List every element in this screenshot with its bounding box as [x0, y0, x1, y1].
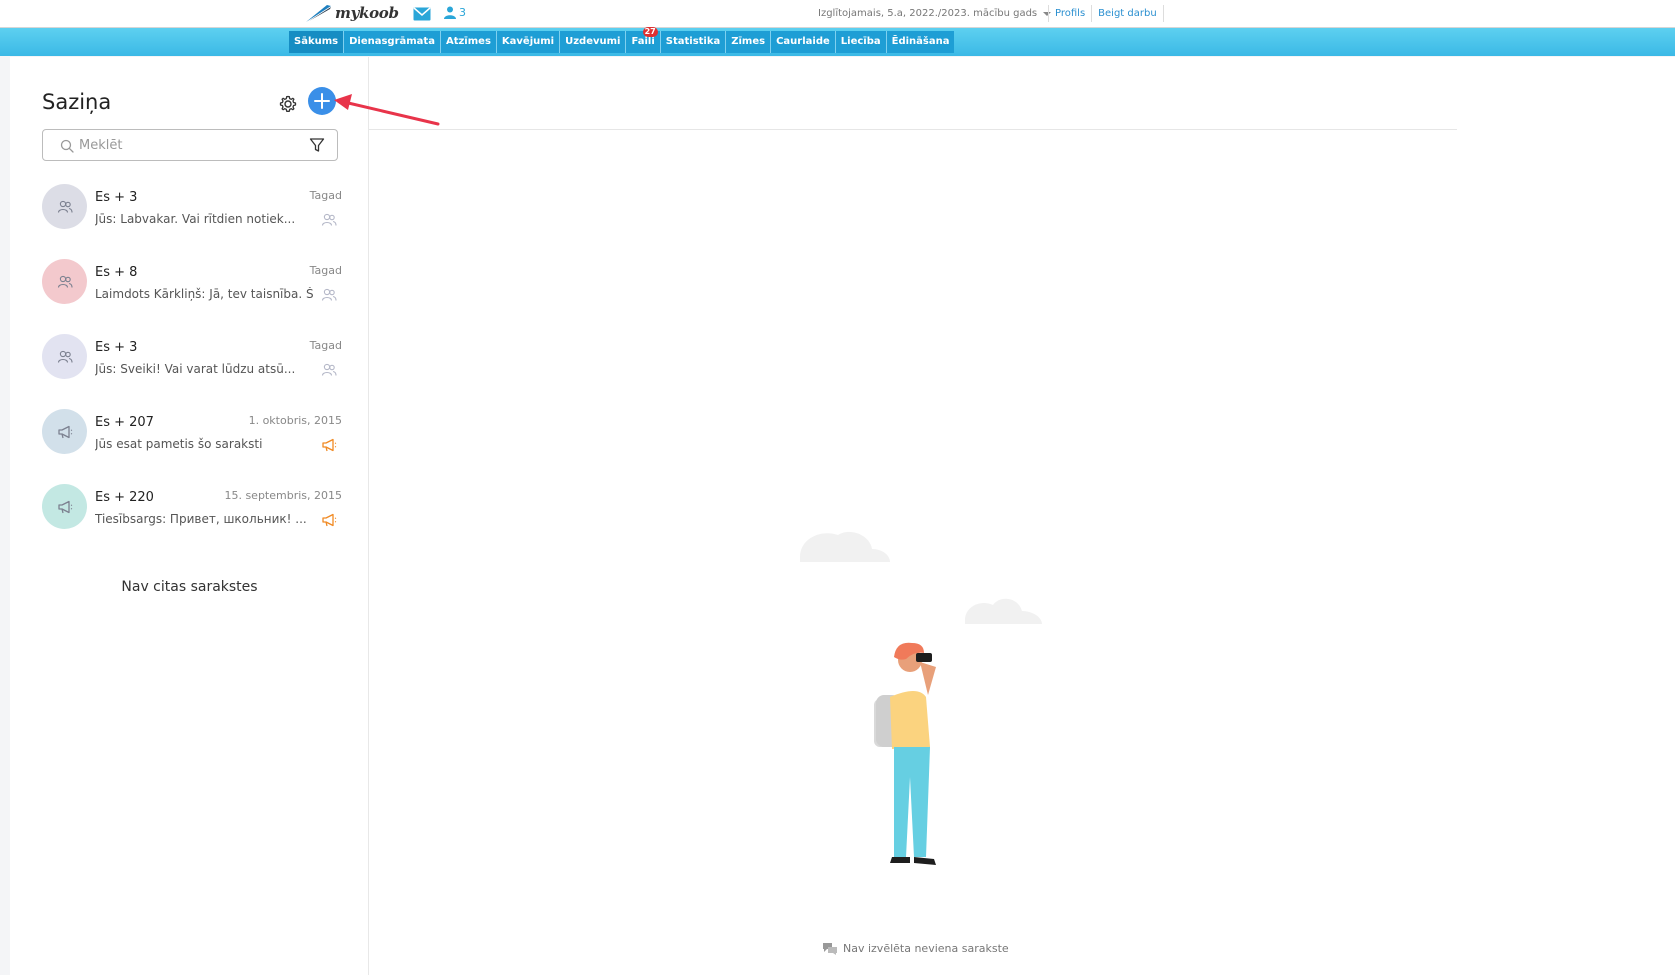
logo[interactable]: mykoob: [305, 3, 399, 23]
gear-icon[interactable]: [278, 94, 298, 114]
conversation-time: 1. oktobris, 2015: [248, 414, 342, 427]
conversation-preview: Jūs: Sveiki! Vai varat lūdzu atsū...: [95, 362, 296, 376]
megaphone-icon: [321, 437, 337, 452]
profile-link[interactable]: Profils: [1048, 5, 1091, 22]
conversation-item[interactable]: Es + 207 1. oktobris, 2015 Jūs esat pameti…: [42, 399, 342, 474]
avatar: [42, 484, 87, 529]
explorer-illustration: [800, 531, 1042, 865]
conversation-name: Es + 8: [95, 265, 138, 280]
user-icon: [444, 6, 456, 19]
nav-item-faili-label: Faili: [631, 36, 655, 47]
conversation-preview: Tiesībsargs: Привет, школьник! ...: [95, 512, 307, 526]
conversation-item[interactable]: Es + 8 Tagad Laimdots Kārkliņš: Jā, tev ta…: [42, 249, 342, 324]
conversation-preview: Jūs esat pametis šo sarakstі: [95, 437, 263, 451]
nav-item-sakums[interactable]: Sākums: [289, 31, 345, 53]
user-count[interactable]: 3: [444, 6, 466, 19]
envelope-icon[interactable]: [413, 7, 431, 21]
conversation-time: Tagad: [309, 189, 342, 202]
plus-icon: [314, 93, 330, 109]
header-divider: [369, 129, 1457, 130]
filter-icon[interactable]: [309, 137, 325, 153]
nav-item-dienasgramata[interactable]: Dienasgrāmata: [344, 31, 441, 53]
user-count-value: 3: [459, 6, 466, 19]
logo-swoosh-icon: [306, 5, 331, 22]
group-icon: [321, 212, 337, 226]
logout-link[interactable]: Beigt darbu: [1091, 5, 1164, 22]
user-context-dropdown[interactable]: Izglītojamais, 5.a, 2022./2023. mācību g…: [818, 8, 1052, 19]
nav-item-kavejumi[interactable]: Kavējumi: [497, 31, 561, 53]
nav-item-statistika[interactable]: Statistika: [661, 31, 727, 53]
search-input[interactable]: [79, 135, 299, 155]
megaphone-icon: [321, 512, 337, 527]
nav-item-uzdevumi[interactable]: Uzdevumi: [560, 31, 627, 53]
conversation-list: Es + 3 Tagad Jūs: Labvakar. Vai rītdien no…: [42, 174, 342, 549]
group-icon: [57, 350, 73, 364]
nav-item-faili[interactable]: Faili 27: [626, 27, 661, 53]
megaphone-icon: [57, 500, 73, 514]
avatar: [42, 259, 87, 304]
conversation-item[interactable]: Es + 3 Tagad Jūs: Labvakar. Vai rītdien no…: [42, 174, 342, 249]
nav-item-liecība[interactable]: Liecība: [836, 31, 887, 53]
conversation-time: 15. septembris, 2015: [224, 489, 342, 502]
user-context-label: Izglītojamais, 5.a, 2022./2023. mācību g…: [818, 8, 1038, 19]
nav-bar: Sākums Dienasgrāmata Atzīmes Kavējumi Uz…: [0, 27, 1675, 56]
conversation-item[interactable]: Es + 220 15. septembris, 2015 Tiesībsargs:…: [42, 474, 342, 549]
logo-text: mykoob: [335, 4, 399, 22]
conversation-name: Es + 207: [95, 415, 154, 430]
top-bar: mykoob 3 Izglītojamais, 5.a, 2022./2023.…: [0, 0, 1675, 28]
top-links: Profils Beigt darbu: [1048, 5, 1164, 22]
empty-state-message: Nav izvēlēta neviena sarakste: [822, 942, 1009, 955]
main-nav: Sākums Dienasgrāmata Atzīmes Kavējumi Uz…: [289, 27, 955, 53]
conversation-name: Es + 3: [95, 190, 138, 205]
conversation-preview: Laimdots Kārkliņš: Jā, tev taisnība. Šod…: [95, 287, 313, 301]
conversation-time: Tagad: [309, 339, 342, 352]
conversation-name: Es + 220: [95, 490, 154, 505]
empty-state-text: Nav izvēlēta neviena sarakste: [843, 942, 1009, 955]
search-box: [42, 129, 338, 161]
search-icon: [60, 139, 74, 153]
conversation-item[interactable]: Es + 3 Tagad Jūs: Sveiki! Vai varat lūdzu …: [42, 324, 342, 399]
conversation-preview: Jūs: Labvakar. Vai rītdien notiek...: [95, 212, 296, 226]
group-icon: [321, 362, 337, 376]
page-title: Saziņa: [42, 90, 112, 114]
nav-item-edinasana[interactable]: Ēdināšana: [887, 31, 955, 53]
avatar: [42, 334, 87, 379]
conversation-name: Es + 3: [95, 340, 138, 355]
avatar: [42, 409, 87, 454]
group-icon: [57, 200, 73, 214]
nav-item-zimes[interactable]: Zīmes: [726, 31, 772, 53]
chat-bubbles-icon: [823, 943, 837, 955]
nav-item-caurlaide[interactable]: Caurlaide: [771, 31, 836, 53]
group-icon: [57, 275, 73, 289]
conversation-time: Tagad: [309, 264, 342, 277]
nav-item-atzimes[interactable]: Atzīmes: [441, 31, 497, 53]
group-icon: [321, 287, 337, 301]
notification-badge: 27: [642, 27, 658, 37]
new-conversation-button[interactable]: [308, 87, 336, 115]
megaphone-icon: [57, 425, 73, 439]
no-more-conversations: Nav citas sarakstes: [121, 579, 258, 595]
conversation-sidebar: Saziņa Es + 3 Tagad Jūs: Labvakar. Vai rīt…: [10, 57, 369, 975]
main-panel: Saziņa Es + 3 Tagad Jūs: Labvakar. Vai rīt…: [10, 57, 1675, 975]
avatar: [42, 184, 87, 229]
